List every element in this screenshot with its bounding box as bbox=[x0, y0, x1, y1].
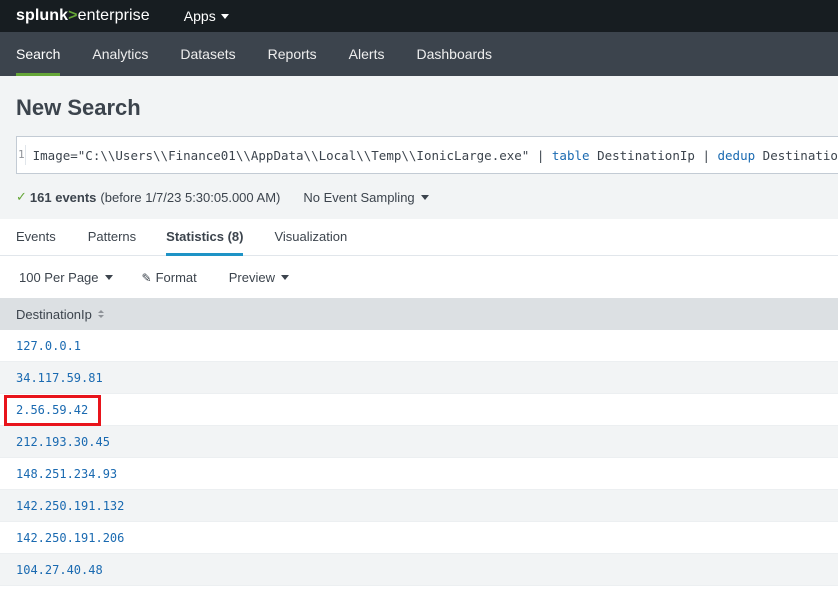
nav-dashboards[interactable]: Dashboards bbox=[400, 32, 508, 76]
apps-menu[interactable]: Apps bbox=[184, 8, 229, 24]
chevron-down-icon bbox=[420, 194, 429, 200]
logo-text-enterprise: enterprise bbox=[77, 7, 150, 24]
search-query-input[interactable]: 1 Image="C:\\Users\\Finance01\\AppData\\… bbox=[16, 136, 838, 174]
per-page-label: 100 Per Page bbox=[19, 270, 99, 285]
events-count: 161 events bbox=[29, 189, 97, 205]
nav-datasets[interactable]: Datasets bbox=[164, 32, 251, 76]
job-status: ✓ 161 events (before 1/7/23 5:30:05.000 … bbox=[16, 189, 429, 205]
results-tabs: Events Patterns Statistics (8) Visualiza… bbox=[0, 219, 838, 256]
table-row: 148.251.234.93 bbox=[0, 458, 838, 490]
splunk-logo[interactable]: splunk>enterprise bbox=[16, 7, 150, 25]
column-header-destinationip[interactable]: DestinationIp bbox=[0, 298, 838, 330]
destination-ip-cell[interactable]: 104.27.40.48 bbox=[16, 563, 103, 577]
chevron-down-icon bbox=[104, 275, 113, 280]
per-page-dropdown[interactable]: 100 Per Page bbox=[19, 270, 113, 285]
query-pipe: | bbox=[702, 147, 718, 163]
destination-ip-cell[interactable]: 142.250.191.132 bbox=[16, 499, 124, 513]
search-query-text[interactable]: Image="C:\\Users\\Finance01\\AppData\\Lo… bbox=[33, 148, 838, 163]
line-number: 1 bbox=[18, 145, 26, 165]
results-table-body: 127.0.0.1 34.117.59.81 2.56.59.42 212.19… bbox=[0, 330, 838, 586]
event-sampling-dropdown[interactable]: No Event Sampling bbox=[303, 189, 429, 205]
destination-ip-cell[interactable]: 148.251.234.93 bbox=[16, 467, 117, 481]
query-argument: DestinationIp bbox=[762, 147, 838, 163]
query-argument: DestinationIp bbox=[589, 147, 703, 163]
query-filter: Image="C:\\Users\\Finance01\\AppData\\Lo… bbox=[32, 147, 537, 163]
tab-statistics[interactable]: Statistics (8) bbox=[166, 219, 244, 256]
page-title: New Search bbox=[16, 95, 141, 120]
table-row: 104.27.40.48 bbox=[0, 554, 838, 586]
nav-search[interactable]: Search bbox=[0, 32, 76, 76]
sort-icon[interactable] bbox=[97, 310, 104, 318]
preview-dropdown[interactable]: Preview bbox=[229, 270, 289, 285]
table-row: 142.250.191.132 bbox=[0, 490, 838, 522]
nav-alerts[interactable]: Alerts bbox=[333, 32, 401, 76]
destination-ip-cell[interactable]: 34.117.59.81 bbox=[16, 371, 103, 385]
nav-reports[interactable]: Reports bbox=[252, 32, 333, 76]
pencil-icon: ✎ bbox=[141, 270, 152, 285]
tab-visualization[interactable]: Visualization bbox=[274, 219, 347, 255]
destination-ip-cell[interactable]: 212.193.30.45 bbox=[16, 435, 110, 449]
events-time-range: (before 1/7/23 5:30:05.000 AM) bbox=[100, 189, 281, 205]
query-command-dedup: dedup bbox=[717, 147, 756, 163]
chevron-down-icon bbox=[281, 275, 289, 280]
preview-label: Preview bbox=[228, 270, 275, 285]
nav-analytics[interactable]: Analytics bbox=[76, 32, 164, 76]
column-header-label: DestinationIp bbox=[16, 306, 92, 322]
logo-text-splunk: splunk bbox=[16, 7, 69, 24]
destination-ip-cell[interactable]: 142.250.191.206 bbox=[16, 531, 124, 545]
table-row: 127.0.0.1 bbox=[0, 330, 838, 362]
table-row: 142.250.191.206 bbox=[0, 522, 838, 554]
table-row: 212.193.30.45 bbox=[0, 426, 838, 458]
query-pipe: | bbox=[536, 147, 552, 163]
format-label: Format bbox=[155, 270, 197, 285]
results-toolbar: 100 Per Page ✎ Format Preview bbox=[0, 257, 838, 298]
format-button[interactable]: ✎ Format bbox=[142, 270, 197, 285]
tab-events[interactable]: Events bbox=[16, 219, 56, 255]
table-row: 2.56.59.42 bbox=[0, 394, 838, 426]
app-nav-bar: Search Analytics Datasets Reports Alerts… bbox=[0, 32, 838, 76]
destination-ip-cell[interactable]: 127.0.0.1 bbox=[16, 339, 81, 353]
chevron-down-icon bbox=[220, 13, 229, 19]
event-sampling-label: No Event Sampling bbox=[303, 189, 415, 205]
query-command-table: table bbox=[551, 147, 590, 163]
logo-text-chevron: > bbox=[68, 7, 78, 24]
table-row: 34.117.59.81 bbox=[0, 362, 838, 394]
top-bar: splunk>enterprise Apps bbox=[0, 0, 838, 32]
check-icon: ✓ bbox=[16, 189, 27, 204]
destination-ip-cell[interactable]: 2.56.59.42 bbox=[16, 403, 88, 417]
tab-patterns[interactable]: Patterns bbox=[88, 219, 136, 255]
apps-menu-label: Apps bbox=[183, 8, 216, 24]
